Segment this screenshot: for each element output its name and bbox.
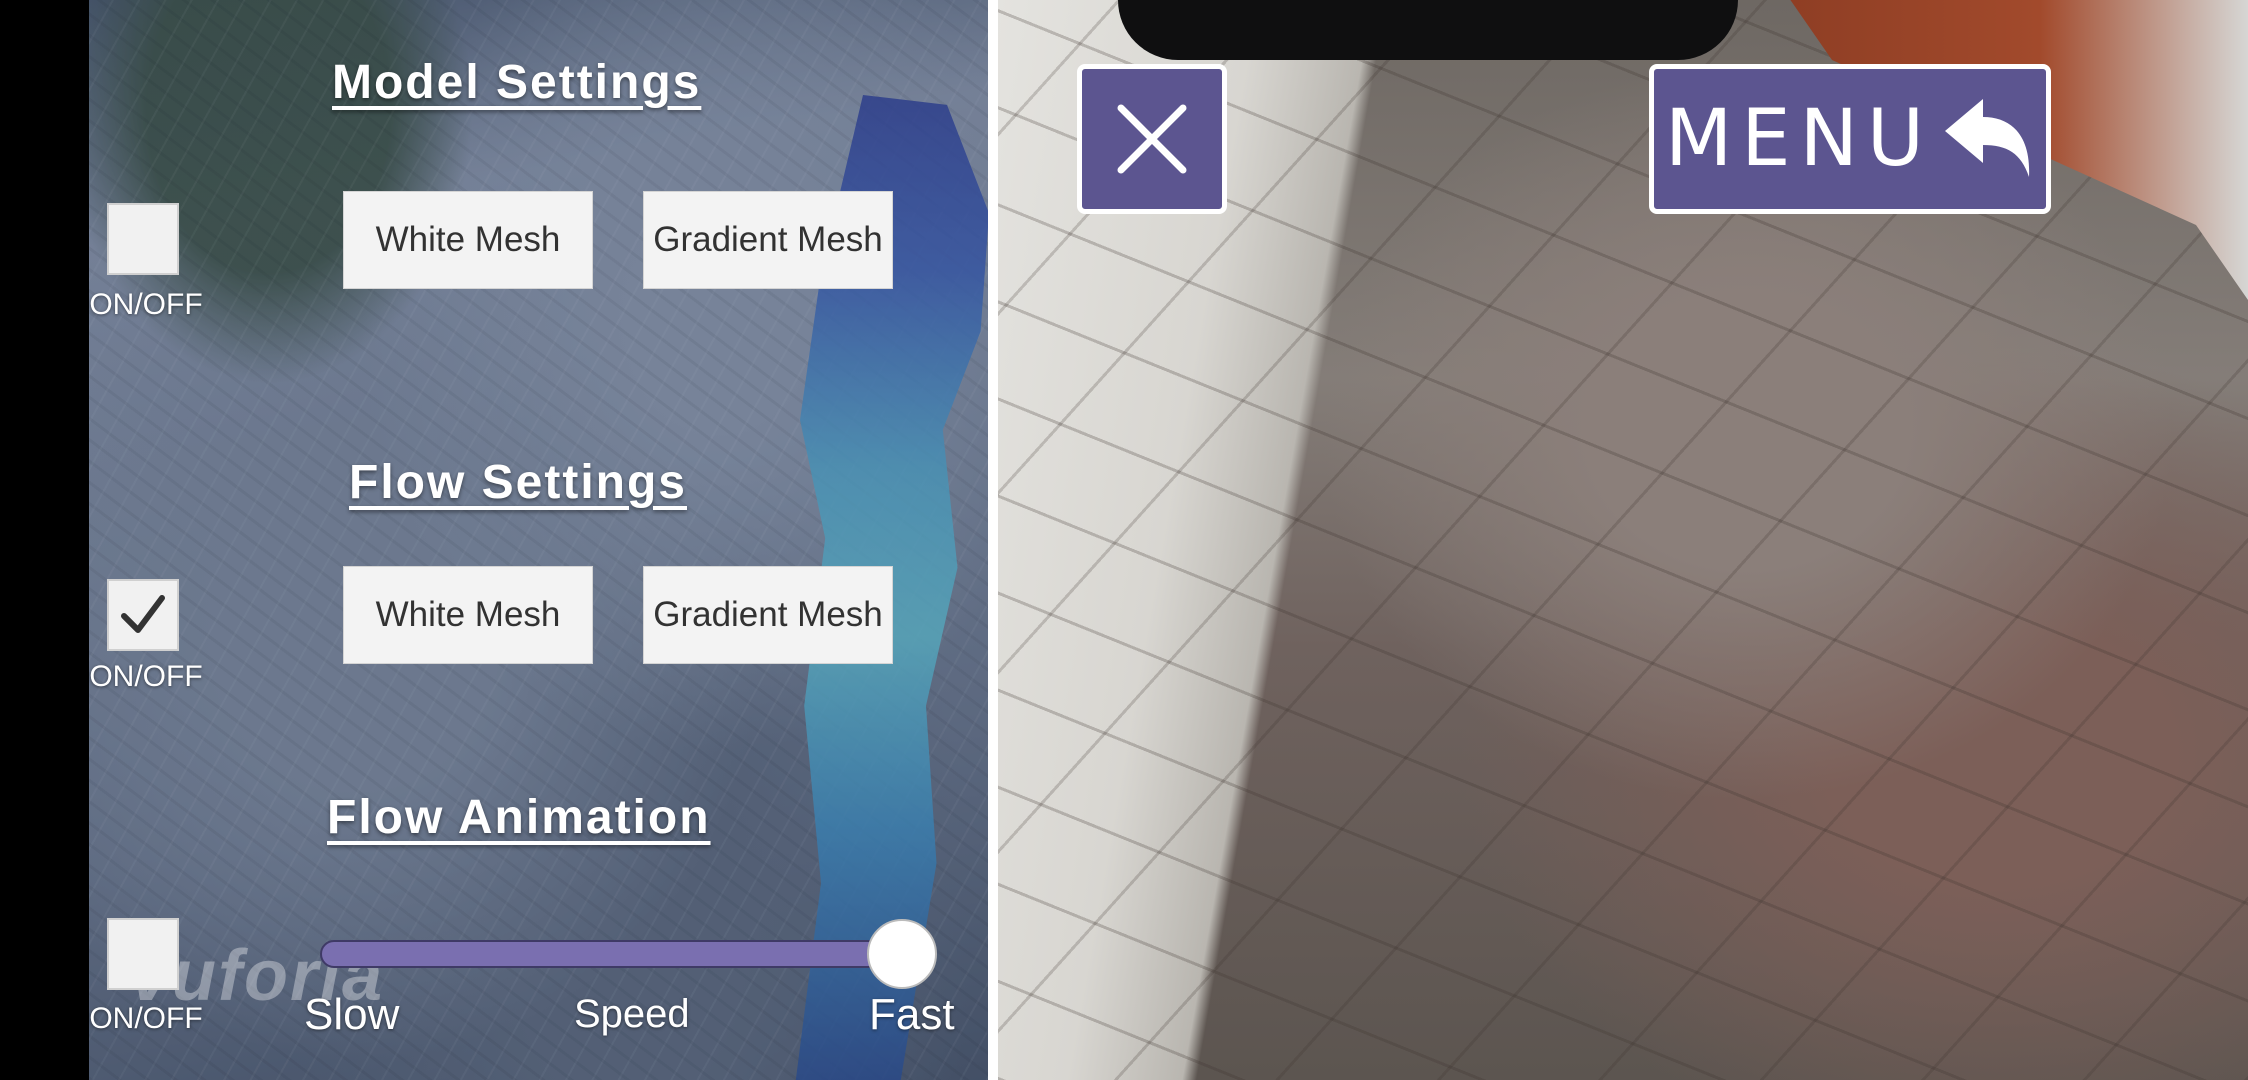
flow-toggle-checkbox[interactable] [107,579,179,651]
ar-camera-view-left [89,0,988,1080]
car-silhouette [1118,0,1738,60]
reply-arrow-icon [1945,99,2030,177]
menu-button[interactable]: MENU [1649,64,2051,214]
close-button[interactable] [1077,64,1227,214]
model-toggle-label: ON/OFF [89,288,203,321]
flow-white-mesh-button[interactable]: White Mesh [343,566,593,664]
speed-slider-track[interactable] [320,940,912,968]
model-white-mesh-button[interactable]: White Mesh [343,191,593,289]
flow-gradient-mesh-button[interactable]: Gradient Mesh [643,566,893,664]
menu-label: MENU [1664,94,1934,184]
model-gradient-mesh-button[interactable]: Gradient Mesh [643,191,893,289]
camera-overlay [89,0,988,1080]
flow-settings-title: Flow Settings [349,456,687,509]
animation-toggle-label: ON/OFF [89,1002,203,1035]
speed-slider-handle[interactable] [867,919,937,989]
split-divider [988,0,998,1080]
slider-min-label: Slow [304,990,400,1039]
model-settings-title: Model Settings [332,56,702,109]
flow-toggle-label: ON/OFF [89,660,203,693]
flow-animation-title: Flow Animation [327,791,711,844]
slider-center-label: Speed [574,992,690,1036]
animation-toggle-checkbox[interactable] [107,918,179,990]
slider-max-label: Fast [869,990,955,1039]
checkmark-icon [121,595,165,633]
model-toggle-checkbox[interactable] [107,203,179,275]
close-icon [1117,104,1187,174]
